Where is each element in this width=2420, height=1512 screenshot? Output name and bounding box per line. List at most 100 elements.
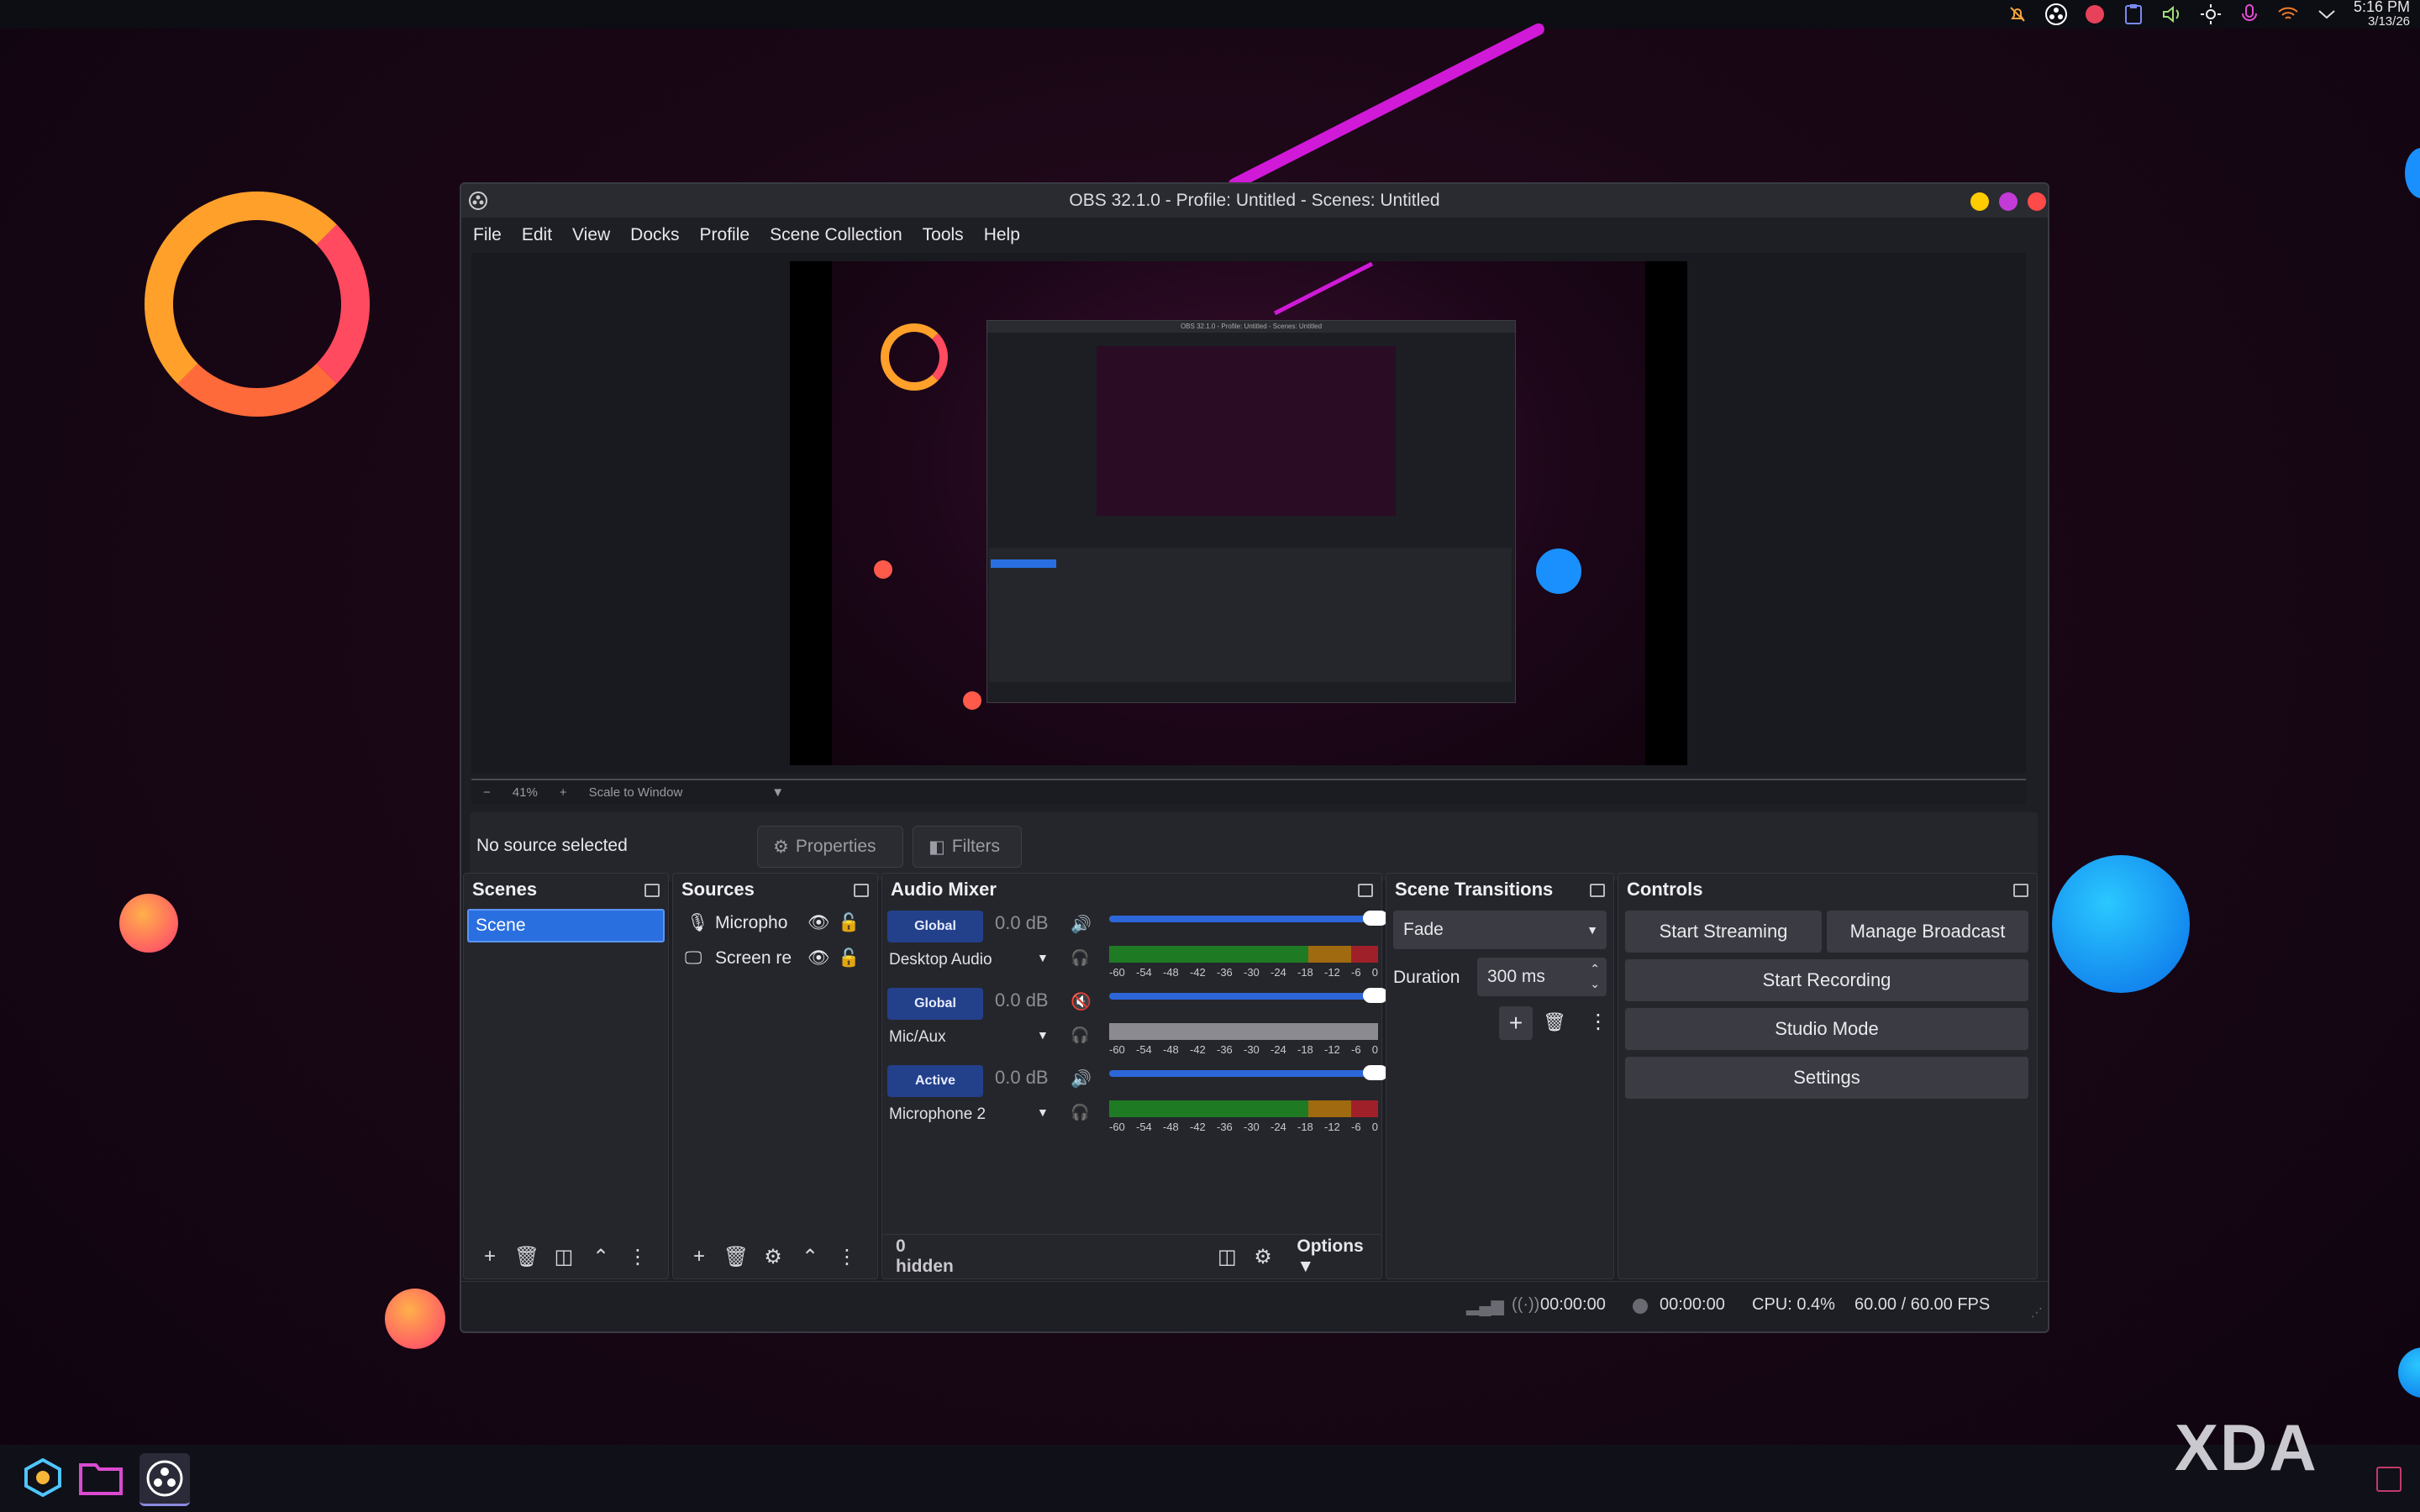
menu-view[interactable]: View	[572, 225, 610, 245]
settings-button[interactable]: Settings	[1625, 1057, 2028, 1099]
more-icon[interactable]: ⋮	[836, 1246, 858, 1268]
spinner-icon[interactable]: ⌃ ⌄	[1590, 961, 1600, 991]
add-icon[interactable]: +	[688, 1245, 710, 1268]
channel-name: Desktop Audio	[889, 951, 992, 969]
studio-mode-button[interactable]: Studio Mode	[1625, 1008, 2028, 1050]
sources-dock: Sources 🎙 Micropho 👁 🔓 🖵 Screen re 👁 🔓 +…	[672, 873, 878, 1279]
menu-edit[interactable]: Edit	[522, 225, 552, 245]
volume-icon[interactable]	[2160, 3, 2184, 26]
chevron-down-icon[interactable]: ▼	[1037, 1028, 1049, 1042]
folder-icon[interactable]	[79, 1460, 123, 1495]
signal-icon: ▂▄▆	[1466, 1297, 1504, 1315]
undock-icon[interactable]	[854, 884, 869, 897]
lock-icon[interactable]: 🔓	[838, 941, 860, 976]
undock-icon[interactable]	[1590, 884, 1605, 897]
duration-field[interactable]: 300 ms ⌃ ⌄	[1477, 958, 1607, 996]
speaker-icon[interactable]: 🔊	[1071, 914, 1092, 935]
add-icon[interactable]: +	[1499, 1006, 1533, 1040]
scale-mode-select[interactable]: Scale to Window	[589, 785, 683, 800]
more-icon[interactable]: ⋮	[1588, 1010, 1608, 1034]
menu-file[interactable]: File	[473, 225, 502, 245]
scale-tick: -6	[1351, 1121, 1361, 1133]
volume-slider[interactable]	[1109, 993, 1378, 1000]
chevron-up-icon[interactable]: ⌃	[590, 1246, 612, 1268]
chevron-down-icon[interactable]: ▼	[1037, 951, 1049, 964]
source-label: Micropho	[715, 913, 788, 932]
eye-icon[interactable]: 👁	[808, 941, 830, 976]
transition-select[interactable]: Fade ▼	[1393, 911, 1607, 949]
speaker-icon[interactable]: 🔊	[1071, 1068, 1092, 1089]
brightness-icon[interactable]	[2199, 3, 2223, 26]
filter-icon[interactable]: ◫	[553, 1246, 575, 1268]
nested-ball	[963, 691, 981, 710]
trash-icon[interactable]: 🗑	[723, 1246, 749, 1268]
scale-tick: -54	[1136, 1121, 1152, 1133]
menu-profile[interactable]: Profile	[700, 225, 750, 245]
zoom-out-button[interactable]: −	[483, 785, 491, 800]
clipboard-icon[interactable]	[2122, 3, 2145, 26]
mic-icon[interactable]	[2238, 3, 2261, 26]
menu-tools[interactable]: Tools	[923, 225, 964, 245]
volume-handle[interactable]	[1363, 988, 1388, 1003]
scene-item[interactable]: Scene	[467, 909, 665, 942]
undock-icon[interactable]	[1358, 884, 1373, 897]
channel-badge[interactable]: Global	[887, 911, 983, 942]
layout-icon[interactable]: ◫	[1217, 1246, 1238, 1268]
close-button[interactable]	[2028, 192, 2046, 211]
preview-canvas[interactable]: OBS 32.1.0 - Profile: Untitled - Scenes:…	[790, 261, 1687, 765]
record-dot-icon[interactable]	[2083, 3, 2107, 26]
bell-off-icon[interactable]	[2006, 3, 2029, 26]
source-item[interactable]: 🎙 Micropho 👁 🔓	[673, 906, 877, 941]
clock[interactable]: 5:16 PM 3/13/26	[2354, 0, 2410, 29]
eye-icon[interactable]: 👁	[808, 906, 830, 941]
scale-tick: -18	[1297, 966, 1313, 979]
gear-icon[interactable]: ⚙	[762, 1246, 784, 1268]
properties-button[interactable]: ⚙ Properties	[757, 826, 903, 868]
wifi-icon[interactable]	[2276, 3, 2300, 26]
trash-icon[interactable]: 🗑	[1543, 1011, 1566, 1033]
resize-grip-icon[interactable]: ⋰	[2031, 1305, 2043, 1320]
minimize-button[interactable]	[1970, 192, 1989, 211]
nested-ring	[881, 323, 948, 391]
start-streaming-button[interactable]: Start Streaming	[1625, 911, 1822, 953]
undock-icon[interactable]	[2013, 884, 2028, 897]
add-icon[interactable]: +	[479, 1245, 501, 1268]
trash-icon[interactable]: 🗑	[514, 1246, 539, 1268]
obs-taskbar-icon[interactable]	[139, 1453, 190, 1506]
undock-icon[interactable]	[644, 884, 660, 897]
channel-badge[interactable]: Global	[887, 988, 983, 1020]
filters-button[interactable]: ◧ Filters	[913, 826, 1022, 868]
monitor-off-icon[interactable]: 🎧	[1071, 1026, 1089, 1044]
app-launcher-icon[interactable]	[24, 1457, 62, 1498]
source-toolbar: No source selected ⚙ Properties ◧ Filters	[470, 812, 2038, 881]
monitor-off-icon[interactable]: 🎧	[1071, 949, 1089, 967]
volume-handle[interactable]	[1363, 1065, 1388, 1080]
lock-icon[interactable]: 🔓	[838, 906, 860, 941]
speaker-muted-icon[interactable]: 🔇	[1071, 991, 1092, 1012]
show-desktop-icon[interactable]	[2376, 1467, 2402, 1492]
controls-dock: Controls Start Streaming Manage Broadcas…	[1618, 873, 2038, 1279]
volume-handle[interactable]	[1363, 911, 1388, 926]
manage-broadcast-button[interactable]: Manage Broadcast	[1827, 911, 2028, 953]
menu-scene-collection[interactable]: Scene Collection	[770, 225, 902, 245]
chevron-down-icon[interactable]: ▼	[771, 785, 784, 800]
start-recording-button[interactable]: Start Recording	[1625, 959, 2028, 1001]
volume-slider[interactable]	[1109, 1070, 1378, 1077]
options-button[interactable]: Options ▼	[1297, 1236, 1381, 1277]
chevron-down-icon[interactable]: ▼	[1037, 1105, 1049, 1119]
chevron-down-icon[interactable]	[2315, 3, 2338, 26]
more-icon[interactable]: ⋮	[627, 1246, 649, 1268]
maximize-button[interactable]	[1999, 192, 2018, 211]
source-item[interactable]: 🖵 Screen re 👁 🔓	[673, 941, 877, 976]
zoom-in-button[interactable]: +	[560, 785, 567, 800]
window-titlebar[interactable]: OBS 32.1.0 - Profile: Untitled - Scenes:…	[461, 184, 2048, 218]
chevron-up-icon[interactable]: ⌃	[799, 1246, 821, 1268]
monitor-off-icon[interactable]: 🎧	[1071, 1104, 1089, 1121]
menu-help[interactable]: Help	[984, 225, 1020, 245]
menu-docks[interactable]: Docks	[630, 225, 679, 245]
clock-time: 5:16 PM	[2353, 0, 2410, 15]
channel-badge[interactable]: Active	[887, 1065, 983, 1097]
volume-slider[interactable]	[1109, 916, 1378, 922]
gears-icon[interactable]: ⚙	[1253, 1246, 1274, 1268]
obs-tray-icon[interactable]	[2044, 3, 2068, 26]
